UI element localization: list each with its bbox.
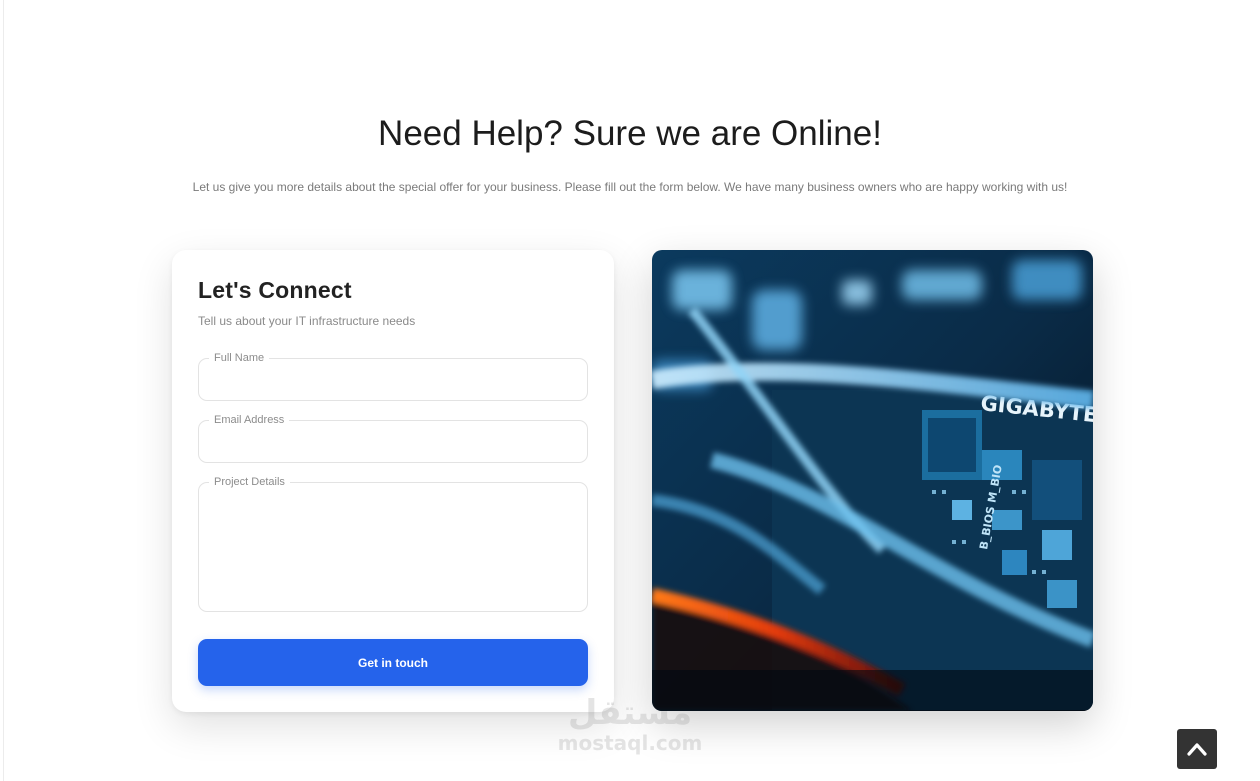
- watermark-latin: mostaql.com: [557, 731, 703, 755]
- contact-form-card: Let's Connect Tell us about your IT infr…: [172, 250, 614, 712]
- full-name-label: Full Name: [209, 351, 270, 365]
- project-details-label: Project Details: [209, 475, 290, 489]
- project-details-field: Project Details: [198, 475, 588, 612]
- form-title: Let's Connect: [198, 277, 352, 303]
- page-subtitle: Let us give you more details about the s…: [192, 180, 1068, 194]
- full-name-input[interactable]: [199, 359, 587, 400]
- page-title: Need Help? Sure we are Online!: [378, 114, 882, 153]
- email-label: Email Address: [209, 413, 290, 427]
- motherboard-photo: GIGABYTE B_BIOS M_BIO: [652, 250, 1093, 711]
- scroll-to-top-button[interactable]: [1177, 729, 1217, 769]
- get-in-touch-button[interactable]: Get in touch: [198, 639, 588, 686]
- email-field: Email Address: [198, 413, 588, 463]
- project-details-textarea[interactable]: [199, 483, 587, 611]
- chevron-up-icon: [1187, 743, 1207, 756]
- email-input[interactable]: [199, 421, 587, 462]
- full-name-field: Full Name: [198, 351, 588, 401]
- form-subtitle: Tell us about your IT infrastructure nee…: [198, 314, 416, 328]
